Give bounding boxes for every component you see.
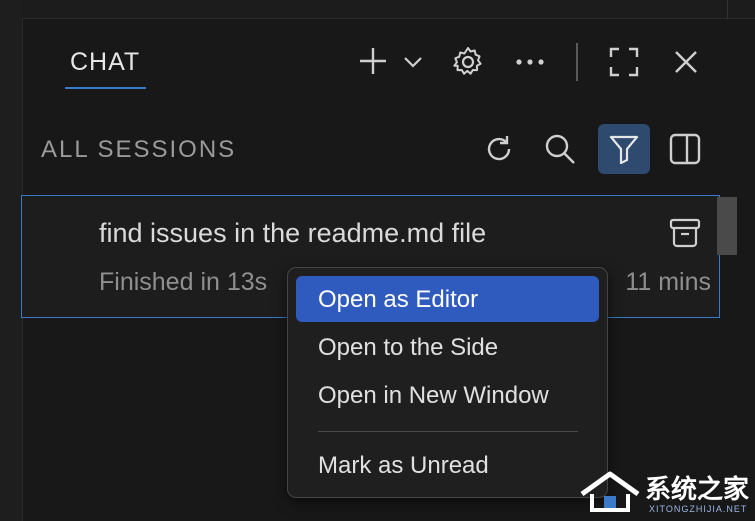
- chevron-down-icon: [404, 57, 422, 68]
- close-icon: [675, 51, 697, 73]
- archive-button[interactable]: [669, 218, 701, 253]
- menu-separator: [318, 431, 578, 432]
- context-menu: Open as Editor Open to the Side Open in …: [287, 267, 608, 498]
- menu-item-label: Open as Editor: [318, 286, 479, 313]
- split-panel-icon: [669, 133, 701, 165]
- more-actions-button[interactable]: [514, 48, 546, 76]
- watermark-subtext: XITONGZHIJIA.NET: [649, 504, 748, 514]
- session-time: 11 mins: [625, 268, 711, 296]
- archive-icon: [669, 218, 701, 248]
- scrollbar-thumb[interactable]: [717, 197, 737, 255]
- maximize-button[interactable]: [606, 44, 642, 80]
- menu-item-label: Open to the Side: [318, 334, 499, 361]
- divider: [727, 0, 728, 18]
- sessions-section-label: ALL SESSIONS: [41, 136, 237, 163]
- toggle-sidebar-button[interactable]: [666, 131, 704, 167]
- new-chat-button[interactable]: [356, 44, 390, 78]
- watermark: 系统之家 XITONGZHIJIA.NET: [578, 466, 753, 518]
- refresh-icon: [487, 136, 511, 161]
- ellipsis-icon: [516, 59, 544, 65]
- menu-item-open-to-side[interactable]: Open to the Side: [296, 324, 599, 370]
- menu-item-label: Open in New Window: [318, 382, 549, 409]
- fullscreen-icon: [609, 47, 639, 77]
- tab-chat[interactable]: CHAT: [70, 48, 140, 77]
- toolbar-separator: [576, 43, 578, 81]
- filter-icon: [609, 135, 639, 165]
- menu-item-label: Mark as Unread: [318, 452, 489, 479]
- gear-icon: [453, 47, 482, 75]
- session-title: find issues in the readme.md file: [99, 218, 487, 248]
- search-icon: [545, 134, 575, 164]
- tab-active-indicator: [65, 87, 146, 89]
- session-status: Finished in 13s: [99, 268, 268, 296]
- settings-button[interactable]: [450, 44, 486, 80]
- new-chat-dropdown-button[interactable]: [402, 52, 424, 72]
- search-button[interactable]: [541, 131, 579, 167]
- plus-icon: [360, 48, 386, 74]
- menu-item-open-as-editor[interactable]: Open as Editor: [296, 276, 599, 322]
- filter-button[interactable]: [598, 124, 650, 174]
- top-bar: [22, 0, 755, 19]
- menu-item-mark-unread[interactable]: Mark as Unread: [296, 442, 599, 488]
- refresh-button[interactable]: [481, 131, 517, 167]
- close-button[interactable]: [670, 46, 702, 78]
- activity-bar-edge: [0, 0, 23, 521]
- watermark-logo-icon: [580, 471, 640, 512]
- watermark-text: 系统之家: [645, 475, 750, 505]
- menu-item-open-new-window[interactable]: Open in New Window: [296, 372, 599, 418]
